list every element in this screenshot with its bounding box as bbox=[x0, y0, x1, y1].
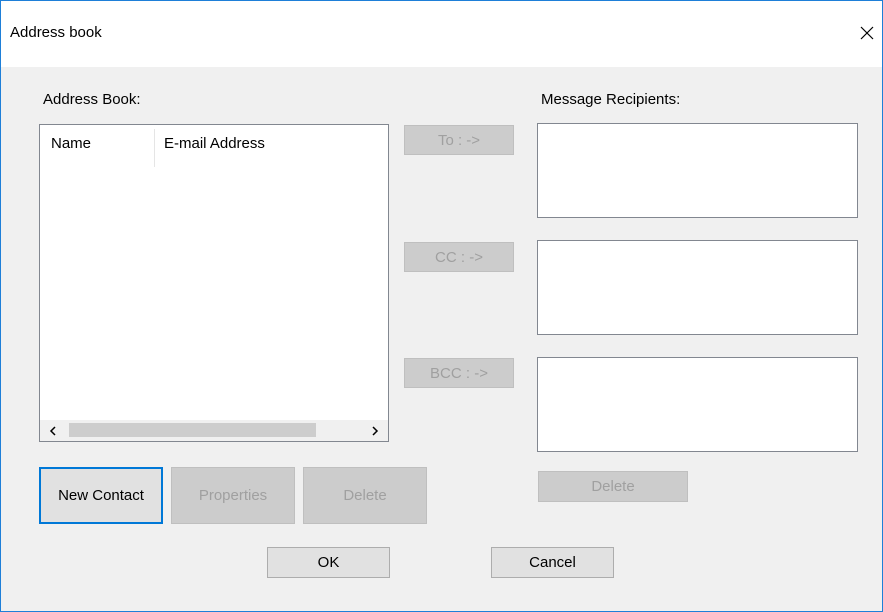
ok-button[interactable]: OK bbox=[267, 547, 390, 578]
chevron-left-icon bbox=[49, 425, 56, 436]
to-recipients-list[interactable] bbox=[537, 123, 858, 218]
scroll-right-button[interactable] bbox=[362, 420, 388, 441]
message-recipients-label: Message Recipients: bbox=[541, 91, 681, 108]
delete-contact-button[interactable]: Delete bbox=[303, 467, 427, 524]
column-separator[interactable] bbox=[154, 129, 155, 167]
column-header-name[interactable]: Name bbox=[51, 135, 91, 152]
cc-recipients-list[interactable] bbox=[537, 240, 858, 335]
bcc-button[interactable]: BCC : -> bbox=[404, 358, 514, 388]
close-button[interactable] bbox=[852, 15, 882, 51]
horizontal-scrollbar[interactable] bbox=[40, 420, 388, 441]
scroll-left-button[interactable] bbox=[40, 420, 66, 441]
address-book-label: Address Book: bbox=[43, 91, 141, 108]
delete-recipient-button[interactable]: Delete bbox=[538, 471, 688, 502]
bcc-recipients-list[interactable] bbox=[537, 357, 858, 452]
to-button[interactable]: To : -> bbox=[404, 125, 514, 155]
properties-button[interactable]: Properties bbox=[171, 467, 295, 524]
chevron-right-icon bbox=[372, 425, 379, 436]
address-book-list[interactable]: Name E-mail Address bbox=[39, 124, 389, 442]
cc-button[interactable]: CC : -> bbox=[404, 242, 514, 272]
column-header-email[interactable]: E-mail Address bbox=[164, 135, 265, 152]
address-book-dialog: Address book Address Book: Message Recip… bbox=[0, 0, 883, 612]
title-bar: Address book bbox=[1, 1, 882, 67]
close-icon bbox=[860, 26, 874, 40]
new-contact-button[interactable]: New Contact bbox=[39, 467, 163, 524]
scrollbar-thumb[interactable] bbox=[69, 423, 316, 437]
cancel-button[interactable]: Cancel bbox=[491, 547, 614, 578]
window-title: Address book bbox=[10, 24, 102, 41]
